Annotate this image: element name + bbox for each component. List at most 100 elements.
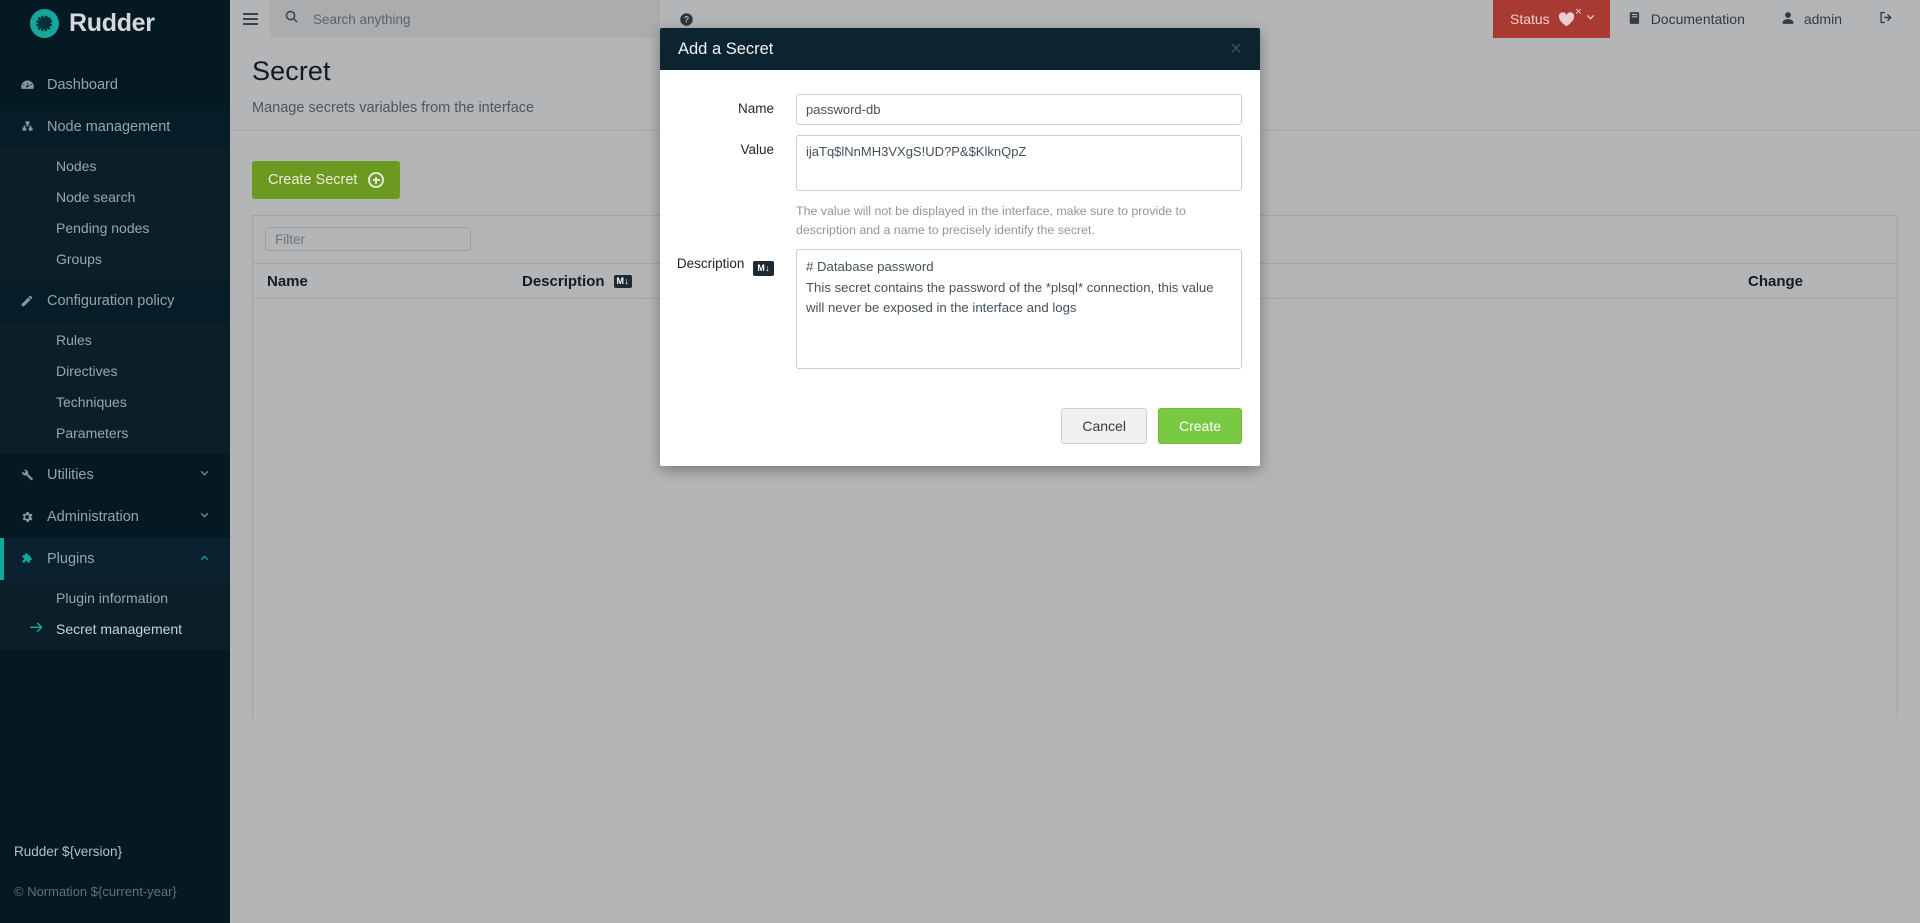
user-icon (1781, 11, 1795, 28)
description-control: # Database password This secret contains… (796, 249, 1242, 374)
status-error-mark: × (1575, 5, 1582, 18)
sidebar: Rudder Dashboard Node management Nodes N… (0, 0, 230, 923)
arrow-right-icon (30, 621, 46, 637)
cancel-button[interactable]: Cancel (1061, 408, 1147, 445)
chevron-down-icon (199, 510, 210, 524)
status-badge[interactable]: Status × (1492, 0, 1610, 38)
modal-body: Name Value ijaTq$lNnMH3VXgS!UD?P&$KlknQp… (660, 70, 1260, 394)
sidebar-item-label: Nodes (56, 157, 97, 174)
sidebar-item-groups[interactable]: Groups (0, 243, 230, 274)
modal-header: Add a Secret × (660, 28, 1260, 70)
sidebar-nav: Dashboard Node management Nodes Node sea… (0, 64, 230, 844)
sidebar-item-secret-management[interactable]: Secret management (0, 613, 230, 644)
search-input[interactable]: Search anything (270, 0, 660, 38)
sidebar-item-label: Parameters (56, 424, 129, 441)
secret-value-textarea[interactable]: ijaTq$lNnMH3VXgS!UD?P&$KlknQpZ (796, 135, 1242, 191)
pencil-icon (18, 294, 36, 308)
user-menu[interactable]: admin (1763, 11, 1860, 28)
sidebar-item-plugins[interactable]: Plugins (0, 538, 230, 580)
brand-name: Rudder (69, 8, 155, 37)
sidebar-item-label: Pending nodes (56, 219, 150, 236)
sidebar-item-label: Node search (56, 188, 136, 205)
status-label: Status (1509, 11, 1550, 27)
modal-footer: Cancel Create (660, 394, 1260, 466)
sidebar-item-plugin-information[interactable]: Plugin information (0, 582, 230, 613)
form-row-value: Value ijaTq$lNnMH3VXgS!UD?P&$KlknQpZ The… (678, 135, 1242, 239)
documentation-link[interactable]: Documentation (1610, 11, 1763, 28)
sidebar-item-directives[interactable]: Directives (0, 355, 230, 386)
documentation-label: Documentation (1650, 11, 1745, 27)
name-label: Name (737, 101, 774, 116)
sidebar-item-configuration-policy[interactable]: Configuration policy (0, 280, 230, 322)
sidebar-item-techniques[interactable]: Techniques (0, 386, 230, 417)
column-header-change[interactable]: Change (1748, 273, 1883, 290)
sign-out-icon (1878, 10, 1894, 28)
sidebar-item-pending-nodes[interactable]: Pending nodes (0, 212, 230, 243)
copyright-text: © Normation ${current-year} (14, 884, 177, 899)
chevron-down-icon (1585, 12, 1596, 26)
value-label: Value (740, 142, 774, 157)
secret-description-textarea[interactable]: # Database password This secret contains… (796, 249, 1242, 370)
sidebar-item-label: Directives (56, 362, 118, 379)
sidebar-footer: Rudder ${version} © Normation ${current-… (0, 844, 230, 923)
gear-icon (18, 510, 36, 524)
help-circle-icon[interactable]: ? (666, 12, 706, 27)
create-secret-button[interactable]: Create Secret (252, 161, 401, 199)
sidebar-item-node-management[interactable]: Node management (0, 106, 230, 148)
value-help-text: The value will not be displayed in the i… (796, 204, 1186, 237)
sidebar-subgroup-plugins: Plugin information Secret management (0, 580, 230, 650)
name-control (796, 94, 1242, 125)
sidebar-item-nodes[interactable]: Nodes (0, 150, 230, 181)
sidebar-item-label: Plugin information (56, 589, 169, 606)
logout-button[interactable] (1860, 10, 1920, 28)
sitemap-icon (18, 120, 36, 135)
description-label: Description M↓ (676, 249, 796, 374)
sidebar-item-administration[interactable]: Administration (0, 496, 230, 538)
app-root: Rudder Dashboard Node management Nodes N… (0, 0, 1920, 923)
sidebar-subgroup-configuration-policy: Rules Directives Techniques Parameters (0, 322, 230, 454)
modal-title: Add a Secret (678, 39, 774, 58)
secret-name-input[interactable] (796, 94, 1242, 125)
sidebar-item-label: Node management (47, 119, 171, 135)
form-row-name: Name (678, 94, 1242, 125)
sidebar-item-utilities[interactable]: Utilities (0, 454, 230, 496)
column-header-description-label: Description (522, 272, 605, 290)
description-label-text: Description (676, 256, 745, 272)
sidebar-subgroup-node-management: Nodes Node search Pending nodes Groups (0, 148, 230, 280)
brand[interactable]: Rudder (0, 0, 230, 46)
form-row-description: Description M↓ # Database password This … (676, 249, 1242, 374)
sidebar-item-label: Utilities (47, 467, 94, 483)
sidebar-item-node-search[interactable]: Node search (0, 181, 230, 212)
dashboard-gauge-icon (18, 78, 36, 93)
hamburger-icon[interactable] (230, 0, 270, 38)
sidebar-item-label: Dashboard (47, 77, 118, 93)
rudder-version: Rudder ${version} (14, 844, 123, 859)
sidebar-item-label: Groups (56, 250, 102, 267)
chevron-down-icon (199, 468, 210, 482)
sidebar-item-label: Rules (56, 331, 92, 348)
column-header-name[interactable]: Name (267, 273, 522, 290)
user-label: admin (1803, 11, 1842, 27)
value-control: ijaTq$lNnMH3VXgS!UD?P&$KlknQpZ The value… (796, 135, 1242, 239)
filter-input[interactable] (265, 227, 471, 251)
close-icon[interactable]: × (1230, 39, 1242, 59)
sidebar-item-label: Administration (47, 509, 139, 525)
puzzle-icon (18, 552, 36, 567)
sidebar-item-dashboard[interactable]: Dashboard (0, 64, 230, 106)
book-icon (1628, 11, 1642, 28)
create-button[interactable]: Create (1157, 408, 1242, 445)
hamburger-bar (242, 13, 258, 15)
sidebar-item-label: Secret management (56, 620, 183, 637)
sidebar-item-rules[interactable]: Rules (0, 324, 230, 355)
create-secret-label: Create Secret (268, 172, 358, 188)
wrench-icon (18, 468, 36, 482)
rudder-gear-icon (30, 8, 59, 38)
search-placeholder: Search anything (313, 11, 411, 27)
sidebar-item-label: Plugins (47, 551, 95, 567)
chevron-up-icon (199, 552, 210, 566)
markdown-badge-icon: M↓ (613, 274, 633, 288)
heartbeat-icon: × (1557, 6, 1582, 27)
sidebar-item-parameters[interactable]: Parameters (0, 417, 230, 448)
hamburger-bar (242, 23, 258, 25)
plus-circle-icon (368, 172, 385, 188)
